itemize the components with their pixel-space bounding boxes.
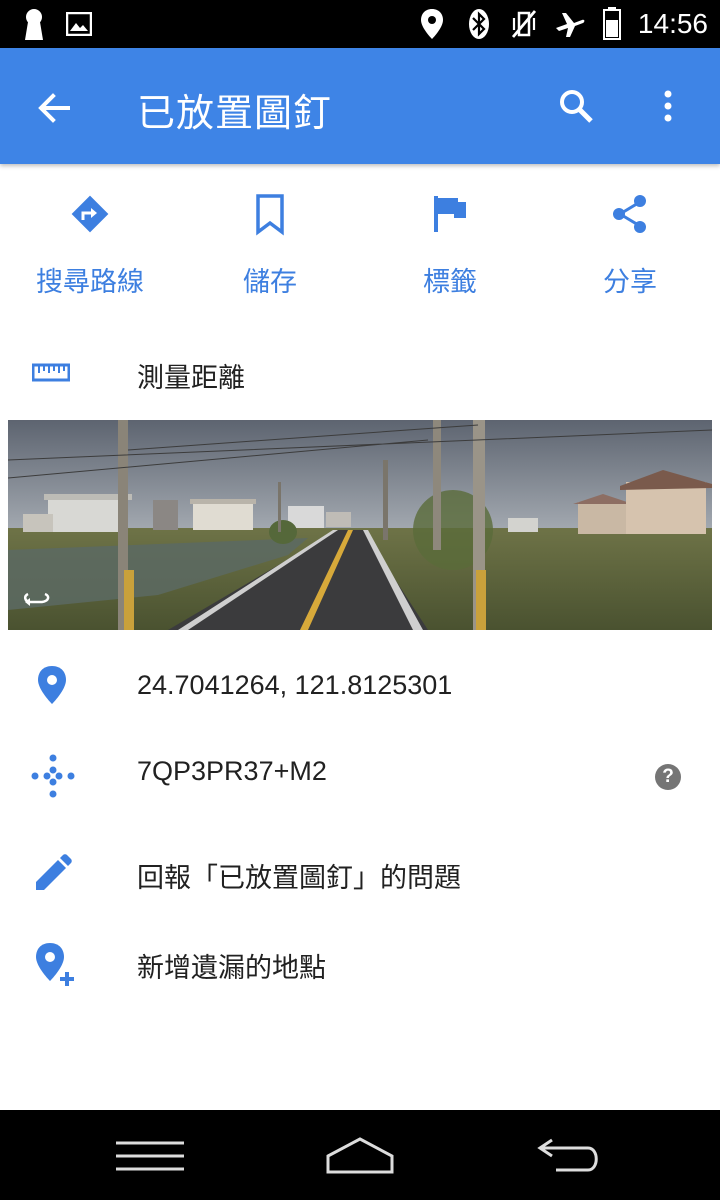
add-missing-place-row[interactable]: 新增遺漏的地點 bbox=[0, 918, 720, 1006]
add-location-icon bbox=[36, 943, 74, 986]
share-icon bbox=[613, 195, 646, 233]
help-icon[interactable]: ? bbox=[655, 764, 681, 790]
back-arrow-icon[interactable] bbox=[34, 88, 74, 128]
coordinates-text: 24.7041264, 121.8125301 bbox=[137, 670, 453, 700]
search-icon[interactable] bbox=[556, 86, 596, 126]
directions-button[interactable]: 搜尋路線 bbox=[0, 192, 180, 312]
street-view-thumbnail[interactable] bbox=[8, 420, 712, 630]
edit-pencil-icon bbox=[36, 854, 72, 890]
location-icon bbox=[421, 9, 443, 39]
plus-code-text: 7QP3PR37+M2 bbox=[137, 756, 327, 786]
report-problem-row[interactable]: 回報「已放置圖釘」的問題 bbox=[0, 828, 720, 916]
vibrate-off-icon bbox=[511, 10, 537, 38]
home-icon[interactable] bbox=[324, 1136, 396, 1176]
flag-icon bbox=[434, 196, 466, 232]
plus-code-icon bbox=[31, 754, 75, 798]
save-button[interactable]: 儲存 bbox=[180, 192, 360, 312]
street-view-image bbox=[8, 420, 712, 630]
airplane-icon bbox=[556, 13, 585, 37]
bookmark-icon bbox=[256, 194, 284, 236]
action-row: 搜尋路線 儲存 標籤 分享 bbox=[0, 170, 720, 320]
directions-label: 搜尋路線 bbox=[36, 267, 144, 298]
location-pin-icon bbox=[38, 666, 66, 704]
app-bar: 已放置圖釘 bbox=[0, 48, 720, 164]
recent-apps-icon[interactable] bbox=[114, 1140, 186, 1172]
battery-icon bbox=[603, 7, 621, 40]
bluetooth-icon bbox=[469, 9, 489, 39]
page-title: 已放置圖釘 bbox=[137, 91, 333, 135]
share-button[interactable]: 分享 bbox=[540, 192, 720, 312]
image-icon bbox=[66, 12, 92, 36]
coordinates-row[interactable]: 24.7041264, 121.8125301 bbox=[0, 640, 720, 728]
more-options-icon[interactable] bbox=[650, 86, 686, 126]
add-missing-place-text: 新增遺漏的地點 bbox=[137, 953, 326, 983]
measure-distance-item[interactable]: 測量距離 bbox=[0, 336, 720, 416]
label-label: 標籤 bbox=[423, 267, 477, 298]
ruler-icon bbox=[32, 363, 70, 382]
status-bar: 14:56 bbox=[0, 0, 720, 48]
back-icon[interactable] bbox=[536, 1138, 602, 1174]
label-button[interactable]: 標籤 bbox=[360, 192, 540, 312]
navigation-bar bbox=[0, 1110, 720, 1200]
save-label: 儲存 bbox=[243, 267, 297, 298]
status-time: 14:56 bbox=[637, 8, 708, 39]
rotate-360-icon bbox=[24, 592, 50, 606]
measure-distance-label: 測量距離 bbox=[137, 363, 245, 394]
share-label: 分享 bbox=[603, 267, 657, 298]
plus-code-row[interactable]: 7QP3PR37+M2 ? bbox=[0, 728, 720, 816]
report-problem-text: 回報「已放置圖釘」的問題 bbox=[137, 863, 461, 893]
directions-icon bbox=[71, 195, 109, 233]
keyhole-icon bbox=[25, 9, 43, 40]
